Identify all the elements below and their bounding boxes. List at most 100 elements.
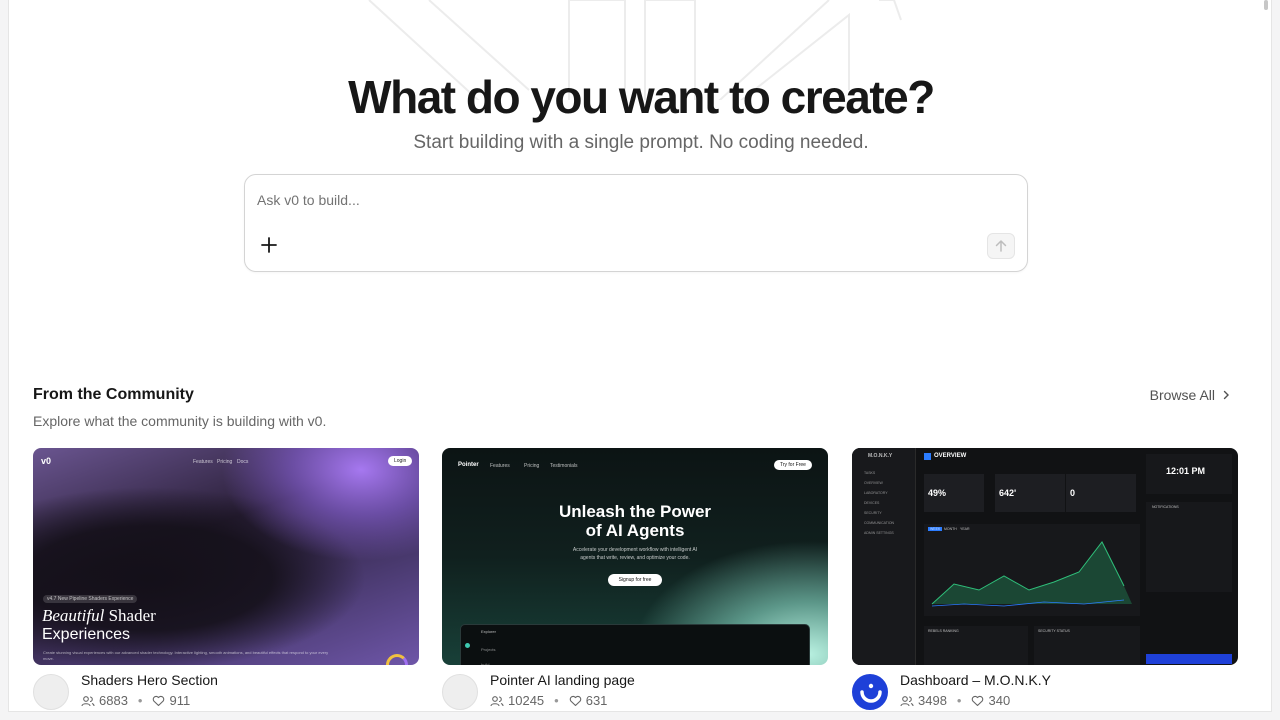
- community-subtitle: Explore what the community is building w…: [33, 413, 327, 429]
- card-thumbnail[interactable]: M.O.N.K.Y TASKS OVERVIEW LABORATORY DEVI…: [852, 448, 1238, 665]
- thumb-menu-item: LABORATORY: [864, 491, 888, 495]
- page-title: What do you want to create?: [348, 71, 935, 123]
- thumb-nav-item: Pricing: [524, 463, 540, 469]
- users-icon: [490, 695, 504, 706]
- thumb-brand: Pointer: [458, 462, 479, 468]
- fork-count: 10245: [508, 693, 545, 708]
- thumb-nav-item: Docs: [237, 459, 249, 465]
- thumb-heading-line: of AI Agents: [585, 521, 685, 540]
- thumb-heading-rest: Shader: [108, 606, 156, 625]
- browse-all-link[interactable]: Browse All: [1150, 387, 1231, 403]
- thumb-cta: Try for Free: [774, 460, 812, 470]
- browse-all-label: Browse All: [1149, 387, 1215, 403]
- thumb-nav-item: Features: [490, 463, 510, 469]
- prompt-input[interactable]: [257, 189, 997, 211]
- thumb-desc: Accelerate your development workflow wit…: [442, 546, 828, 562]
- avatar[interactable]: [442, 674, 478, 710]
- send-button[interactable]: [987, 233, 1015, 259]
- community-card[interactable]: M.O.N.K.Y TASKS OVERVIEW LABORATORY DEVI…: [852, 448, 1238, 711]
- like-count: 340: [988, 693, 1011, 708]
- chevron-right-icon: [1223, 390, 1229, 400]
- thumb-menu-item: COMMUNICATION: [864, 521, 895, 525]
- thumb-code-tab: Explorer: [481, 629, 496, 634]
- thumb-heading: Unleash the Power of AI Agents: [442, 502, 828, 540]
- arrow-up-icon: [995, 240, 1007, 252]
- users-icon: [900, 695, 914, 706]
- add-attachment-button[interactable]: [259, 235, 279, 255]
- thumb-menu-item: SECURITY: [864, 511, 882, 515]
- page-subtitle: Start building with a single prompt. No …: [413, 132, 869, 153]
- thumb-code-window: Explorer Projects build components node_…: [460, 624, 810, 665]
- thumb-desc: Create stunning visual experiences with …: [43, 650, 329, 661]
- card-thumbnail[interactable]: v0 Features Pricing Docs Login v4.7 New …: [33, 448, 419, 665]
- avatar[interactable]: [33, 674, 69, 710]
- thumb-signup: Signup for free: [608, 574, 662, 586]
- fork-count: 6883: [99, 693, 128, 708]
- separator-dot: •: [554, 693, 559, 708]
- thumb-clock: 12:01 PM: [1166, 466, 1206, 476]
- card-meta: Pointer AI landing page 10245 • 631: [442, 672, 828, 711]
- thumb-footer-bar: [1146, 654, 1232, 664]
- smile-logo-icon: [860, 683, 882, 703]
- avatar[interactable]: [852, 674, 888, 710]
- thumb-login: Login: [388, 456, 413, 466]
- scrollbar-thumb[interactable]: [1264, 0, 1268, 10]
- thumb-stat-card: 0: [1066, 474, 1136, 512]
- thumb-menu-item: ADMIN SETTINGS: [864, 531, 894, 535]
- like-count: 911: [169, 693, 191, 708]
- thumb-nav-item: Pricing: [217, 459, 233, 465]
- thumb-desc-line: Accelerate your development workflow wit…: [572, 547, 698, 553]
- card-stats: 3498 • 340: [900, 693, 1010, 708]
- community-title: From the Community: [33, 386, 194, 403]
- separator-dot: •: [137, 693, 143, 708]
- thumb-menu: TASKS OVERVIEW LABORATORY DEVICES SECURI…: [864, 468, 894, 538]
- card-title[interactable]: Dashboard – M.O.N.K.Y: [900, 672, 1051, 688]
- thumb-heading-italic: Beautiful: [42, 606, 105, 625]
- card-thumbnail[interactable]: Pointer Features Pricing Testimonials Tr…: [442, 448, 828, 665]
- thumb-logo: v0: [41, 456, 52, 466]
- thumb-accent-square: [924, 453, 931, 460]
- users-icon: [81, 695, 95, 706]
- thumb-nav-item: Features: [193, 459, 213, 465]
- thumb-file-list: Projects build components node_modules p…: [481, 637, 507, 665]
- card-title[interactable]: Shaders Hero Section: [81, 672, 218, 688]
- thumb-desc-line: agents that write, review, and optimize …: [580, 555, 690, 561]
- thumb-clock-panel: 12:01 PM: [1146, 454, 1232, 494]
- thumb-stat: 0: [1070, 488, 1076, 498]
- thumb-dot: [465, 643, 470, 648]
- prompt-box: [244, 174, 1028, 272]
- thumb-notifications-label: NOTIFICATIONS: [1152, 505, 1179, 509]
- heart-icon: [153, 695, 165, 706]
- thumb-stat-card: 642': [995, 474, 1065, 512]
- thumb-heading: Beautiful Shader: [42, 606, 156, 626]
- card-title[interactable]: Pointer AI landing page: [490, 672, 635, 688]
- community-card[interactable]: v0 Features Pricing Docs Login v4.7 New …: [33, 448, 419, 711]
- thumb-section: OVERVIEW: [934, 453, 967, 459]
- card-stats: 10245 • 631: [490, 693, 607, 708]
- thumb-menu-item: OVERVIEW: [864, 481, 883, 485]
- separator-dot: •: [956, 693, 962, 708]
- plus-icon: [261, 237, 277, 253]
- thumb-chart-panel: WEEK MONTH YEAR: [924, 524, 1140, 616]
- thumb-brand: M.O.N.K.Y: [868, 453, 893, 459]
- thumb-menu-item: TASKS: [864, 471, 876, 475]
- scrollbar[interactable]: [1261, 0, 1271, 711]
- thumb-ranking-panel: REBELS RANKING: [924, 626, 1028, 665]
- thumb-badge: v4.7 New Pipeline Shaders Experience: [43, 595, 138, 603]
- thumb-stat-card: 49%: [924, 474, 984, 512]
- thumb-security-panel: SECURITY STATUS: [1034, 626, 1140, 665]
- community-card[interactable]: Pointer Features Pricing Testimonials Tr…: [442, 448, 828, 711]
- thumb-security-label: SECURITY STATUS: [1038, 629, 1070, 633]
- card-meta: Shaders Hero Section 6883 • 911: [33, 672, 419, 711]
- thumb-heading-2: Experiences: [42, 626, 131, 643]
- thumb-menu-item: DEVICES: [864, 501, 880, 505]
- like-count: 631: [585, 693, 608, 708]
- thumb-ring-graphic: [386, 654, 408, 665]
- thumb-sidebar: M.O.N.K.Y TASKS OVERVIEW LABORATORY DEVI…: [852, 448, 916, 665]
- thumb-area-chart: [931, 541, 1132, 607]
- card-meta: Dashboard – M.O.N.K.Y 3498 • 340: [852, 672, 1238, 711]
- fork-count: 3498: [918, 693, 947, 708]
- thumb-nav-item: Testimonials: [550, 463, 578, 469]
- thumb-notifications-panel: NOTIFICATIONS: [1146, 502, 1232, 592]
- thumb-heading-line: Unleash the Power: [558, 502, 712, 521]
